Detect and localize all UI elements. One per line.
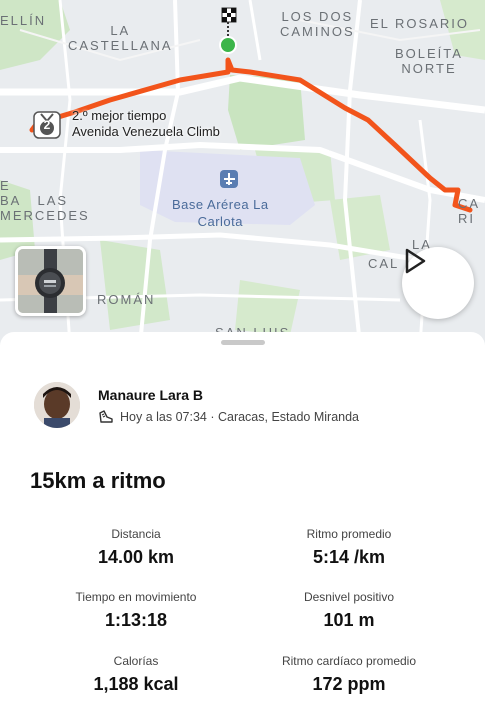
airport-label: Base Arérea La Carlota [172, 197, 269, 229]
stat-label: Calorías [113, 654, 159, 668]
stat-label: Distancia [111, 527, 161, 541]
stat-value: 1,188 kcal [93, 674, 179, 694]
stat-value: 1:13:18 [104, 610, 168, 630]
play-flyover-button[interactable] [402, 247, 474, 319]
stat-value: 14.00 km [97, 547, 175, 567]
map-label-cal: CAL [368, 256, 400, 271]
stat-pace: Ritmo promedio 5:14 /km [249, 527, 449, 567]
athlete-photo [34, 382, 80, 428]
segment-name: Avenida Venezuela Climb [72, 124, 220, 139]
activity-photo-thumbnail[interactable] [15, 246, 86, 316]
stat-elevation: Desnivel positivo 101 m [249, 590, 449, 630]
map-label-ca-ri: CA RI [458, 196, 481, 226]
watch-photo [18, 249, 83, 313]
route-map[interactable]: ELLÍN LA CASTELLANA LOS DOS CAMINOS EL R… [0, 0, 485, 345]
activity-details-sheet: Manaure Lara B Hoy a las 07:34 · Caracas… [0, 332, 485, 717]
sheet-drag-handle[interactable] [221, 340, 265, 345]
map-label-el-rosario: EL ROSARIO [370, 16, 469, 31]
finish-flag-icon [221, 7, 237, 36]
map-label-los-dos-caminos: LOS DOS CAMINOS [280, 9, 355, 39]
shoe-icon [99, 410, 113, 423]
map-label-ellin: ELLÍN [0, 13, 47, 28]
segment-rank-badge: 2 [43, 118, 51, 132]
athlete-name[interactable]: Manaure Lara B [98, 387, 203, 403]
map-label-boleita-norte: BOLEÍTA NORTE [395, 46, 463, 76]
airport-icon [220, 170, 238, 188]
stat-label: Ritmo promedio [306, 527, 392, 541]
activity-meta: Hoy a las 07:34 · Caracas, Estado Mirand… [98, 409, 359, 425]
play-icon [405, 248, 426, 274]
segment-rank-text: 2.º mejor tiempo [72, 108, 167, 123]
stat-distance: Distancia 14.00 km [36, 527, 236, 567]
segment-achievement[interactable]: 2.º mejor tiempo Avenida Venezuela Climb [72, 108, 220, 140]
map-label-las-mercedes: E BA LAS MERCEDES [0, 178, 90, 223]
start-marker [219, 36, 237, 54]
stat-calories: Calorías 1,188 kcal [36, 654, 236, 694]
stat-label: Desnivel positivo [303, 590, 395, 604]
stat-label: Ritmo cardíaco promedio [281, 654, 417, 668]
map-label-la-castellana: LA CASTELLANA [68, 23, 173, 53]
stat-moving-time: Tiempo en movimiento 1:13:18 [36, 590, 236, 630]
stat-heart-rate: Ritmo cardíaco promedio 172 ppm [249, 654, 449, 694]
avatar[interactable] [34, 382, 80, 428]
stat-value: 101 m [323, 610, 375, 630]
stat-value: 172 ppm [312, 674, 386, 694]
activity-date-location: Hoy a las 07:34 · Caracas, Estado Mirand… [120, 410, 360, 424]
map-label-roman: ROMÁN [97, 292, 156, 307]
stat-label: Tiempo en movimiento [75, 590, 197, 604]
activity-title: 15km a ritmo [30, 468, 166, 493]
stat-value: 5:14 /km [312, 547, 386, 567]
